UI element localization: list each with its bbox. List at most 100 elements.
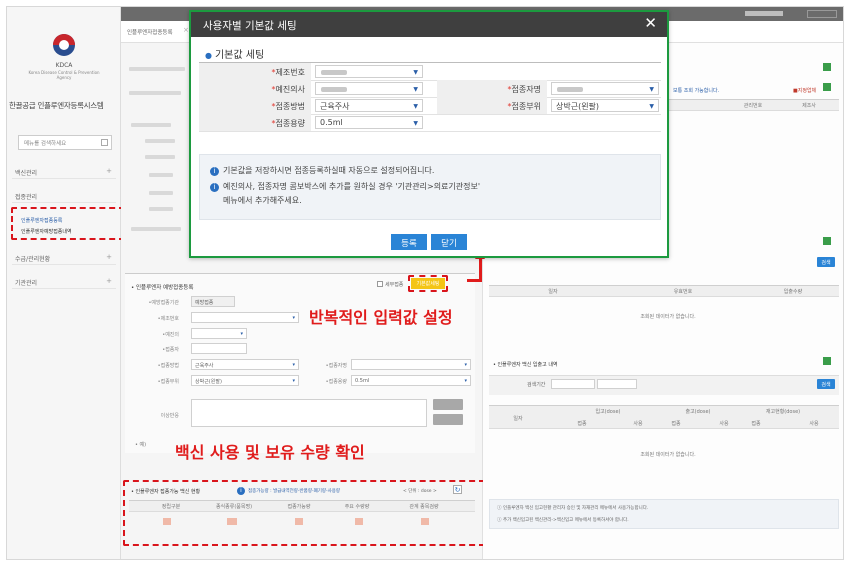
clinic-field: 예방접종 [191, 296, 235, 307]
footer-note-1: ⓘ 인플루엔자 백신 입고현황 관리자 승인 및 자재관리 메뉴에서 사용가능합… [497, 506, 649, 511]
info-line-2-text: 예진의사, 접종자명 콤보박스에 추가를 원하실 경우 '기관관리>의료기관정보… [223, 182, 481, 191]
form-label: •예진의 [162, 332, 179, 338]
form-label: •접종방법 [157, 363, 179, 369]
modal-subtitle: ● 기본값 세팅 [205, 50, 265, 61]
vaccinator-select[interactable] [191, 343, 247, 354]
form-row: *예진의사 ▼ *접종자명 ▼ [199, 80, 661, 98]
footer-note-2: ⓘ 추가 백신입고된 백신관리->백신입고 메뉴에서 등록하셔야 합니다. [497, 518, 629, 523]
vaccine-table-unit: < 단위 : dose > [403, 489, 437, 494]
annotation-vaccine-check: 백신 사용 및 보유 수량 확인 [175, 443, 365, 462]
memo-textarea[interactable] [191, 399, 427, 427]
lot-select[interactable]: ▼ [315, 65, 423, 78]
info-line-3: 메뉴에서 추가해주세요. [223, 196, 302, 205]
doctor-select[interactable]: ▾ [191, 328, 247, 339]
vaccine-cell-blur [163, 518, 171, 525]
org-name: KDCA [55, 62, 73, 69]
table2-col-no: 유효번호 [673, 289, 693, 295]
section-title-blurred [131, 123, 171, 127]
doctor-select[interactable]: ▼ [315, 82, 423, 95]
dose-select[interactable]: 0.5ml ▼ [315, 116, 423, 129]
excel-icon[interactable] [823, 63, 831, 71]
doctor-label-text: 예진의사 [275, 85, 305, 94]
tab-close-icon[interactable]: × [183, 26, 189, 34]
menu-search-input[interactable]: 메뉴를 검색하세요 [18, 135, 112, 150]
logout-button[interactable] [807, 10, 837, 18]
vaccine-cell-blur [421, 518, 429, 525]
field-label-blurred [149, 191, 173, 195]
dose-value: 0.5ml [320, 118, 343, 127]
table3-col-in: 입고(dose) [595, 409, 621, 415]
default-setting-modal: 사용자별 기본값 세팅 ✕ ● 기본값 세팅 *제조번호 ▼ *예진의사 ▼ *접… [189, 10, 669, 258]
sidebar-item-vaccine[interactable]: 백신관리 + [12, 165, 116, 179]
vaccine-table-title: • 인플루엔자 접종가능 백신 현황 [131, 489, 201, 495]
table3-sub: 접종 [577, 421, 587, 427]
search-button[interactable]: 검색 [817, 257, 835, 267]
vaccine-title-text: 인플루엔자 접종가능 백신 현황 [135, 489, 201, 495]
dose-select[interactable]: 0.5ml ▾ [351, 375, 471, 386]
vaccine-col-available: 접종가능량 [287, 504, 311, 510]
sidebar-item-label: 백신관리 [15, 170, 38, 177]
table3-sub: 접종 [671, 421, 681, 427]
footer-note-1-text: 인플루엔자 백신 입고현황 관리자 승인 및 자재관리 메뉴에서 사용가능합니다… [502, 506, 649, 511]
excel-icon[interactable] [823, 83, 831, 91]
memo-button-2[interactable] [433, 414, 463, 425]
sidebar-item-label: 기관관리 [15, 280, 38, 287]
history-title: • 인플루엔자 백신 입출고 내역 [493, 362, 558, 368]
form-row: *접종방법 근육주사 ▼ *접종부위 상박근(왼팔) ▼ [199, 97, 661, 115]
method-select[interactable]: 근육주사 ▼ [315, 99, 423, 112]
vaccinator-name-select[interactable]: ▾ [351, 359, 471, 370]
chevron-down-icon: ▼ [413, 120, 418, 127]
chevron-down-icon: ▼ [649, 86, 654, 93]
history-search-button[interactable]: 검색 [817, 379, 835, 389]
search-period-label: 검색기간 [527, 382, 546, 388]
chevron-down-icon: ▼ [413, 86, 418, 93]
end-date-input[interactable] [597, 379, 637, 389]
excel-icon[interactable] [823, 357, 831, 365]
search-icon[interactable] [101, 139, 108, 146]
vaccinator-select[interactable]: ▼ [551, 82, 659, 95]
right-notice: 보통 조회 가능합니다. [673, 88, 720, 94]
method-label-text: 접종방법 [275, 102, 305, 111]
tab-register[interactable]: 인플루엔자접종등록 [127, 28, 173, 36]
detail-checkbox[interactable] [377, 281, 383, 287]
form-label: 이상반응 [160, 413, 179, 419]
site-select[interactable]: 상박근(왼팔) ▼ [551, 99, 659, 112]
sidebar-item-vaccination[interactable]: 접종관리 [12, 189, 116, 203]
start-date-input[interactable] [551, 379, 595, 389]
memo-button[interactable] [433, 399, 463, 410]
sidebar-item-status[interactable]: 수급/관리현황 + [12, 251, 116, 265]
method-select[interactable]: 근육주사 ▾ [191, 359, 299, 370]
form-label: •예방접종기관 [148, 300, 179, 306]
table2-empty: 조회된 데이터가 없습니다. [640, 314, 696, 320]
modal-info-box: i 기본값을 저장하시면 접종등록하실때 자동으로 설정되어집니다. i 예진의사,… [199, 154, 661, 220]
register-title-text: 인플루엔자 예방접종등록 [136, 285, 194, 291]
vaccine-col-type: 정립구분 [161, 504, 181, 510]
table3-sub: 사용 [809, 421, 819, 427]
register-button[interactable]: 등록 [391, 234, 427, 250]
vaccine-table-hint: 접종가능량 : 발급내역전량-반품량-폐기량-사용량 [248, 489, 341, 494]
sidebar-sub-register[interactable]: 인플루엔자접종등록 [15, 215, 115, 225]
sidebar: KDCA Korea Disease Control & Prevention … [7, 7, 125, 559]
form-label: •접종자 [162, 347, 179, 353]
site-value: 상박근(왼팔) [195, 379, 222, 385]
sidebar-item-label: 수급/관리현황 [15, 256, 51, 263]
table3-sub: 사용 [633, 421, 643, 427]
excel-icon[interactable] [823, 237, 831, 245]
site-select[interactable]: 상박근(왼팔) ▾ [191, 375, 299, 386]
vaccine-col-qty: 주요 수량량 [344, 504, 370, 510]
annotation-arrow-foot [467, 279, 482, 282]
form-label: •접종부위 [157, 379, 179, 385]
modal-subtitle-text: 기본값 세팅 [214, 50, 265, 61]
vaccine-cell-blur [227, 518, 237, 525]
close-button[interactable]: 닫기 [431, 234, 467, 250]
field-label-blurred [149, 173, 173, 177]
dose-label: *접종용량 [199, 114, 311, 131]
sidebar-sub-history[interactable]: 인플루엔자예방접종내역 [15, 226, 115, 236]
refresh-icon[interactable]: ↻ [453, 485, 462, 494]
info-icon: i [210, 167, 219, 176]
close-icon[interactable]: ✕ [644, 14, 657, 32]
default-setting-highlight [408, 275, 448, 292]
lot-select[interactable]: ▾ [191, 312, 299, 323]
sidebar-item-institution[interactable]: 기관관리 + [12, 275, 116, 289]
info-icon: i [237, 487, 245, 495]
